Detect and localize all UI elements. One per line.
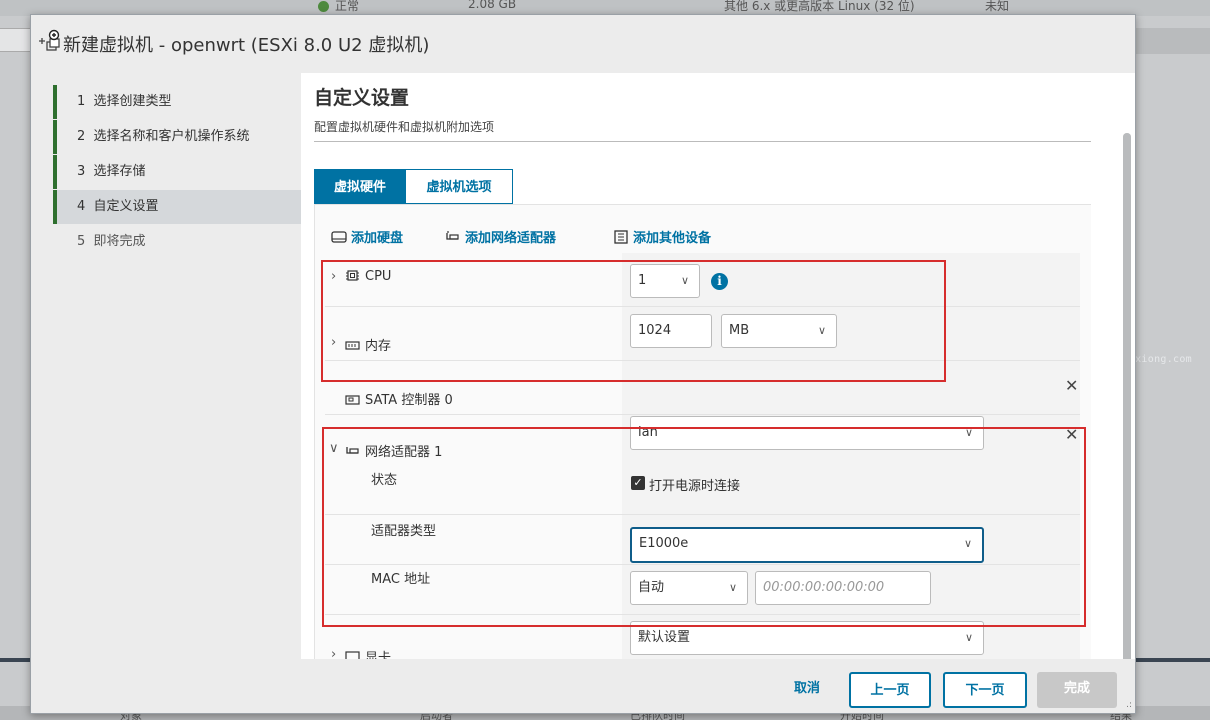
background-left-bar — [0, 28, 30, 52]
memory-icon — [345, 341, 360, 350]
nic-adapter-type-row: 适配器类型 E1000e ∨ — [325, 515, 1080, 565]
resize-grip-icon[interactable]: .: — [1126, 700, 1132, 710]
connect-at-power-on-label[interactable]: 打开电源时连接 — [649, 475, 740, 494]
chevron-right-icon[interactable]: › — [331, 335, 336, 350]
dialog-title: 新建虚拟机 - openwrt (ESXi 8.0 U2 虚拟机) — [63, 35, 430, 56]
background-divider — [1135, 658, 1210, 662]
cpu-label[interactable]: CPU — [345, 269, 391, 284]
chevron-down-icon: ∨ — [964, 426, 973, 439]
wizard-steps: 1 选择创建类型 2 选择名称和客户机操作系统 3 选择存储 4 自定义设置 5… — [31, 73, 301, 661]
sata-controller-label: SATA 控制器 0 — [345, 389, 453, 408]
hardware-row-network-adapter: ∨ 网络适配器 1 lan ∨ ✕ — [325, 415, 1080, 467]
connect-at-power-on-checkbox[interactable]: ✓ — [631, 476, 645, 490]
dialog-body: 1 选择创建类型 2 选择名称和客户机操作系统 3 选择存储 4 自定义设置 5… — [31, 73, 1135, 683]
info-icon[interactable]: i — [711, 273, 728, 290]
dialog-footer: 取消 上一页 下一页 完成 .: — [31, 659, 1135, 713]
network-select[interactable]: lan ∨ — [630, 416, 984, 450]
network-adapter-label[interactable]: 网络适配器 1 — [345, 441, 442, 460]
dialog-header[interactable]: 新建虚拟机 - openwrt (ESXi 8.0 U2 虚拟机) — [31, 15, 1135, 73]
add-other-device-button[interactable]: 添加其他设备 — [613, 227, 711, 246]
background-memory: 2.08 GB — [468, 0, 517, 11]
network-adapter-icon — [346, 447, 359, 454]
chevron-down-icon: ∨ — [680, 274, 689, 287]
page-subtitle: 配置虚拟机硬件和虚拟机附加选项 — [314, 120, 495, 134]
nic-mac-row: MAC 地址 自动 ∨ 00:00:00:00:00:00 — [325, 565, 1080, 615]
sata-controller-icon — [345, 395, 360, 405]
background-unknown: 未知 — [985, 0, 1010, 13]
chevron-down-icon: ∨ — [963, 537, 972, 550]
adapter-type-select[interactable]: E1000e ∨ — [630, 527, 984, 563]
step-customize-settings[interactable]: 4 自定义设置 — [53, 190, 301, 224]
step-ready-to-complete: 5 即将完成 — [77, 234, 146, 249]
scrollbar[interactable] — [1123, 133, 1131, 683]
network-adapter-icon — [446, 231, 459, 240]
background-right-bar — [1135, 28, 1210, 54]
step-select-creation-type[interactable]: 1 选择创建类型 — [53, 85, 301, 119]
hardware-row-video-card: › 显卡 默认设置 ∨ — [325, 615, 1080, 661]
mac-address-input[interactable]: 00:00:00:00:00:00 — [755, 571, 931, 605]
hardware-toolbar: 添加硬盘 添加网络适配器 添加其他设备 — [315, 205, 1091, 251]
chevron-right-icon[interactable]: › — [331, 269, 336, 284]
ok-status-icon — [318, 1, 329, 12]
other-device-icon — [614, 230, 628, 244]
hardware-row-sata-controller: SATA 控制器 0 ✕ — [325, 361, 1080, 415]
step-select-storage[interactable]: 3 选择存储 — [53, 155, 301, 189]
new-vm-dialog: 新建虚拟机 - openwrt (ESXi 8.0 U2 虚拟机) 1 选择创建… — [30, 14, 1136, 714]
cpu-icon — [346, 270, 359, 281]
customize-settings-pane: 自定义设置 配置虚拟机硬件和虚拟机附加选项 虚拟硬件 虚拟机选项 添加硬盘 添加… — [301, 73, 1121, 661]
memory-unit-select[interactable]: MB ∨ — [721, 314, 837, 348]
memory-size-input[interactable]: 1024 — [630, 314, 712, 348]
background-status: 正常 — [318, 0, 359, 14]
finish-button: 完成 — [1037, 672, 1117, 708]
chevron-down-icon: ∨ — [964, 631, 973, 644]
video-card-select[interactable]: 默认设置 ∨ — [630, 621, 984, 655]
nic-status-row: 状态 ✓ 打开电源时连接 — [325, 467, 1080, 515]
nic-status-label: 状态 — [371, 473, 398, 488]
memory-label[interactable]: 内存 — [345, 335, 391, 354]
chevron-down-icon[interactable]: ∨ — [329, 441, 339, 456]
cpu-count-select[interactable]: 1 ∨ — [630, 264, 700, 298]
background-divider — [0, 658, 30, 662]
chevron-down-icon: ∨ — [817, 324, 826, 337]
background-os: 其他 6.x 或更高版本 Linux (32 位) — [724, 0, 915, 13]
tab-vm-options[interactable]: 虚拟机选项 — [405, 169, 513, 204]
virtual-hardware-panel: 添加硬盘 添加网络适配器 添加其他设备 › CPU 1 ∨ i › 内存 102… — [314, 204, 1091, 661]
hardware-row-memory: › 内存 1024 MB ∨ — [325, 307, 1080, 361]
adapter-type-label: 适配器类型 — [371, 524, 437, 539]
divider — [314, 141, 1091, 142]
hard-disk-icon — [331, 231, 347, 243]
page-title: 自定义设置 — [314, 87, 410, 109]
remove-sata-controller-button[interactable]: ✕ — [1065, 376, 1078, 395]
scrollbar-thumb[interactable] — [1123, 133, 1131, 683]
remove-network-adapter-button[interactable]: ✕ — [1065, 425, 1078, 444]
next-button[interactable]: 下一页 — [943, 672, 1027, 708]
tab-virtual-hardware[interactable]: 虚拟硬件 — [314, 169, 406, 204]
add-hard-disk-button[interactable]: 添加硬盘 — [331, 227, 403, 246]
chevron-down-icon: ∨ — [728, 581, 737, 594]
add-network-adapter-button[interactable]: 添加网络适配器 — [445, 227, 556, 246]
mac-mode-select[interactable]: 自动 ∨ — [630, 571, 748, 605]
step-select-name-os[interactable]: 2 选择名称和客户机操作系统 — [53, 120, 301, 154]
hardware-row-cpu: › CPU 1 ∨ i — [325, 253, 1080, 307]
previous-button[interactable]: 上一页 — [849, 672, 931, 708]
mac-address-label: MAC 地址 — [371, 572, 431, 587]
cancel-button[interactable]: 取消 — [779, 672, 835, 708]
new-vm-icon — [39, 29, 60, 51]
